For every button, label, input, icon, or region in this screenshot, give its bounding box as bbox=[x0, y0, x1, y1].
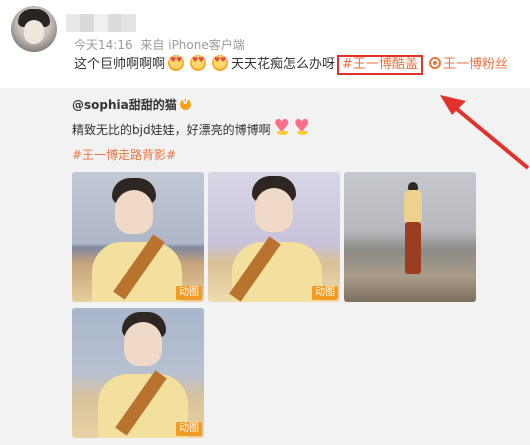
emoji-heart-eyes-icon bbox=[168, 55, 185, 71]
hashtag-link-boxed[interactable]: #王一博酷盖 bbox=[337, 55, 423, 75]
repost-hashtag-link[interactable]: #王一博走路背影# bbox=[72, 146, 176, 163]
post-text-after: 天天花痴怎么办呀 bbox=[231, 57, 336, 72]
username-mosaic[interactable] bbox=[66, 14, 136, 32]
repost-author-name[interactable]: @sophia甜甜的猫 bbox=[72, 98, 177, 112]
super-topic-icon bbox=[428, 57, 441, 69]
figure-body bbox=[404, 190, 422, 224]
avatar[interactable] bbox=[11, 6, 57, 52]
gif-badge: 动图 bbox=[176, 422, 202, 436]
figure-head bbox=[124, 322, 162, 366]
image-thumbnail-2[interactable]: 动图 bbox=[208, 172, 340, 302]
repost-card: @sophia甜甜的猫 精致无比的bjd娃娃，好漂亮的博博啊 #王一博走路背影#… bbox=[0, 88, 530, 445]
image-thumbnail-3[interactable] bbox=[344, 172, 476, 302]
repost-author[interactable]: @sophia甜甜的猫 bbox=[72, 96, 191, 113]
heart-emoji-icon bbox=[294, 118, 311, 137]
post-text-main: 这个巨帅啊啊啊 bbox=[74, 57, 166, 72]
figure-head bbox=[115, 190, 153, 234]
post-text: 这个巨帅啊啊啊 天天花痴怎么办呀#王一博酷盖 王一博粉丝 bbox=[74, 55, 508, 75]
figure-head bbox=[255, 188, 293, 232]
verified-icon bbox=[179, 97, 191, 110]
repost-text: 精致无比的bjd娃娃，好漂亮的博博啊 bbox=[72, 118, 311, 139]
post-source: 来自 iPhone客户端 bbox=[140, 38, 245, 52]
heart-emoji-icon bbox=[274, 118, 291, 137]
avatar-face bbox=[24, 20, 44, 44]
image-thumbnail-4[interactable]: 动图 bbox=[72, 308, 204, 438]
emoji-heart-eyes-icon bbox=[190, 55, 207, 71]
post-time[interactable]: 今天14:16 bbox=[74, 38, 133, 52]
post-header: 今天14:16 来自 iPhone客户端 这个巨帅啊啊啊 天天花痴怎么办呀#王一博… bbox=[0, 0, 530, 90]
gif-badge: 动图 bbox=[176, 286, 202, 300]
figure-legs bbox=[405, 222, 421, 274]
emoji-heart-eyes-icon bbox=[212, 55, 229, 71]
post-meta: 今天14:16 来自 iPhone客户端 bbox=[74, 36, 249, 53]
gif-badge: 动图 bbox=[312, 286, 338, 300]
image-thumbnail-1[interactable]: 动图 bbox=[72, 172, 204, 302]
super-topic-link[interactable]: 王一博粉丝 bbox=[443, 57, 508, 72]
repost-text-main: 精致无比的bjd娃娃，好漂亮的博博啊 bbox=[72, 123, 271, 137]
walking-figure bbox=[402, 182, 424, 282]
